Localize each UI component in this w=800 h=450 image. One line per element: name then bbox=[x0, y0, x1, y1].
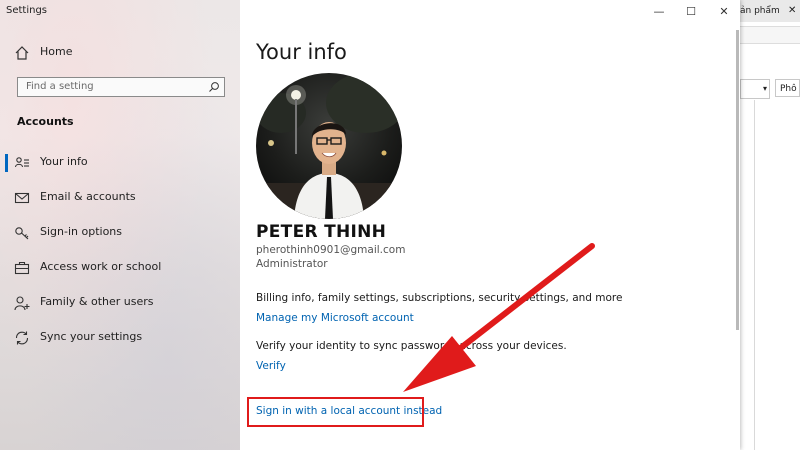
sidebar-item-label: Your info bbox=[40, 155, 88, 168]
briefcase-icon bbox=[14, 261, 30, 275]
background-button[interactable]: Phô bbox=[775, 79, 800, 97]
sidebar-item-label: Sync your settings bbox=[40, 330, 143, 343]
window-title: Settings bbox=[6, 5, 48, 16]
sidebar-item-your-info[interactable]: Your info bbox=[0, 146, 240, 180]
background-button-label: Phô bbox=[780, 84, 797, 94]
billing-description: Billing info, family settings, subscript… bbox=[256, 292, 623, 304]
sync-icon bbox=[15, 331, 29, 345]
user-role: Administrator bbox=[256, 258, 328, 270]
person-add-icon bbox=[14, 296, 30, 311]
user-name: PETER THINH bbox=[256, 222, 387, 242]
chevron-down-icon: ▾ bbox=[762, 84, 767, 93]
sidebar-item-sync-settings[interactable]: Sync your settings bbox=[0, 321, 240, 355]
section-title: Accounts bbox=[17, 115, 74, 128]
person-card-icon bbox=[14, 157, 29, 168]
background-app bbox=[740, 0, 800, 450]
sidebar-item-label: Home bbox=[40, 45, 73, 58]
close-icon[interactable]: ✕ bbox=[788, 0, 796, 22]
sidebar-item-access-work-school[interactable]: Access work or school bbox=[0, 251, 240, 285]
search-input[interactable]: Find a setting bbox=[17, 77, 225, 97]
background-tab-label: ản phẩm bbox=[740, 6, 780, 16]
search-icon bbox=[209, 82, 219, 92]
avatar[interactable] bbox=[256, 73, 402, 219]
sidebar-item-home[interactable]: Home bbox=[0, 36, 240, 70]
annotation-highlight-box bbox=[247, 397, 424, 427]
title-bar: Settings — ☐ ✕ bbox=[0, 0, 740, 24]
verify-description: Verify your identity to sync passwords a… bbox=[256, 340, 567, 352]
user-email: pherothinh0901@gmail.com bbox=[256, 244, 406, 256]
minimize-button[interactable]: — bbox=[642, 2, 676, 22]
sidebar-item-sign-in-options[interactable]: Sign-in options bbox=[0, 216, 240, 250]
background-divider bbox=[754, 100, 755, 450]
sidebar-item-label: Sign-in options bbox=[40, 225, 123, 238]
profile-photo-image bbox=[256, 73, 402, 219]
verify-link[interactable]: Verify bbox=[256, 360, 286, 372]
page-title: Your info bbox=[256, 40, 347, 64]
key-icon bbox=[15, 227, 29, 240]
close-button[interactable]: ✕ bbox=[707, 2, 741, 22]
background-dropdown[interactable]: ▾ bbox=[740, 79, 770, 99]
sidebar-item-family-users[interactable]: Family & other users bbox=[0, 286, 240, 320]
home-icon bbox=[15, 46, 29, 60]
background-toolbar bbox=[740, 26, 800, 44]
mail-icon bbox=[14, 192, 30, 204]
sidebar-item-email-accounts[interactable]: Email & accounts bbox=[0, 181, 240, 215]
sidebar-item-label: Email & accounts bbox=[40, 190, 136, 203]
sidebar-item-label: Family & other users bbox=[40, 295, 154, 308]
manage-account-link[interactable]: Manage my Microsoft account bbox=[256, 312, 414, 324]
search-placeholder: Find a setting bbox=[26, 81, 94, 92]
scrollbar[interactable] bbox=[736, 30, 739, 330]
maximize-button[interactable]: ☐ bbox=[674, 2, 708, 22]
background-tab[interactable]: ản phẩm ✕ bbox=[740, 0, 800, 22]
sidebar-item-label: Access work or school bbox=[40, 260, 162, 273]
